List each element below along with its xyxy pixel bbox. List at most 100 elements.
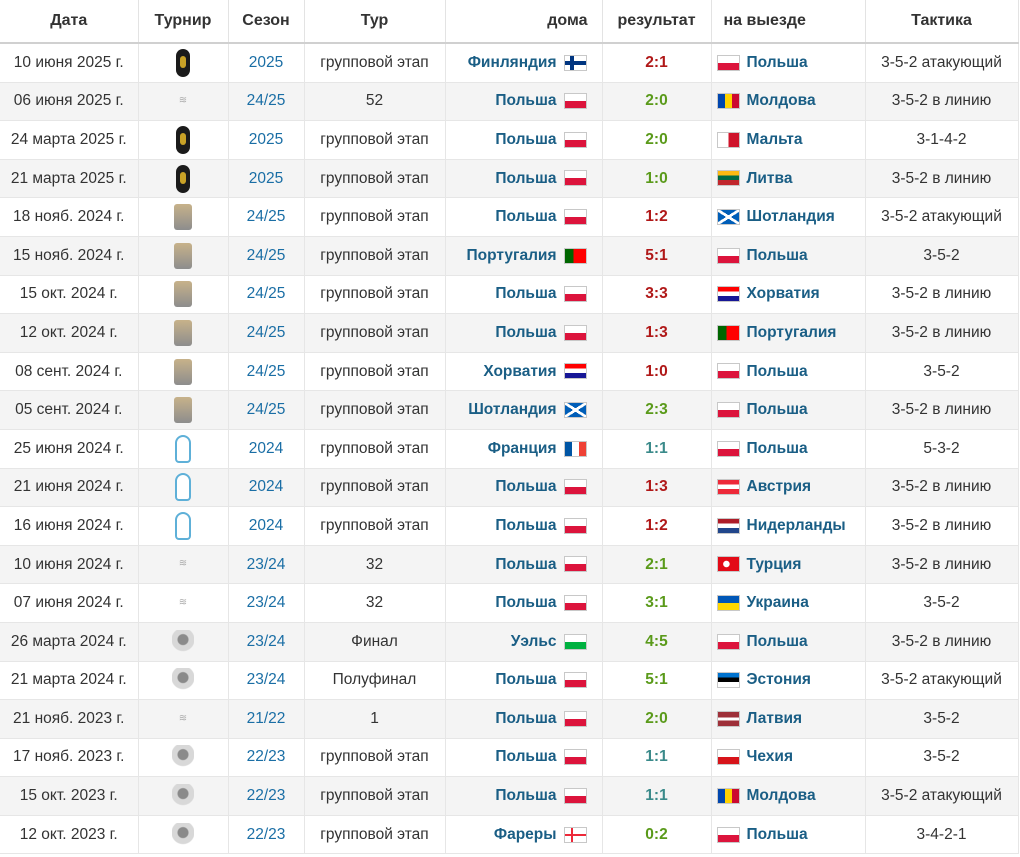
away-team-link[interactable]: Польша [747, 363, 808, 380]
header-tactic[interactable]: Тактика [865, 0, 1019, 44]
home-team-link[interactable]: Португалия [467, 247, 557, 264]
tournament-cell[interactable] [138, 275, 229, 315]
tournament-cell[interactable] [138, 429, 229, 469]
season-link[interactable]: 2025 [249, 54, 283, 71]
season-link[interactable]: 24/25 [247, 247, 286, 264]
tournament-cell[interactable] [138, 506, 229, 546]
season-link[interactable]: 21/22 [247, 710, 286, 727]
friendly-icon[interactable]: ≋ [170, 713, 196, 724]
away-team-link[interactable]: Нидерланды [747, 517, 846, 534]
season-link[interactable]: 2025 [249, 170, 283, 187]
season-link[interactable]: 22/23 [247, 787, 286, 804]
tournament-cell[interactable]: ≋ [138, 545, 229, 585]
home-team-link[interactable]: Польша [495, 208, 556, 225]
match-score-link[interactable]: 2:1 [645, 54, 667, 71]
match-score-link[interactable]: 3:1 [645, 594, 667, 611]
away-team-link[interactable]: Литва [747, 170, 793, 187]
home-team-link[interactable]: Фареры [494, 826, 557, 843]
tournament-cell[interactable] [138, 622, 229, 662]
match-score-link[interactable]: 2:0 [645, 131, 667, 148]
header-result[interactable]: результат [602, 0, 712, 44]
home-team-link[interactable]: Польша [495, 478, 556, 495]
euro-qualifiers-icon[interactable] [172, 784, 194, 809]
world-cup-icon[interactable] [176, 125, 190, 154]
season-link[interactable]: 2025 [249, 131, 283, 148]
away-team-link[interactable]: Молдова [747, 787, 816, 804]
season-link[interactable]: 23/24 [247, 633, 286, 650]
euro-qualifiers-icon[interactable] [172, 629, 194, 654]
away-team-link[interactable]: Латвия [747, 710, 803, 727]
away-team-link[interactable]: Польша [747, 440, 808, 457]
away-team-link[interactable]: Польша [747, 401, 808, 418]
match-score-link[interactable]: 2:0 [645, 92, 667, 109]
home-team-link[interactable]: Польша [495, 748, 556, 765]
tournament-cell[interactable]: ≋ [138, 583, 229, 623]
tournament-cell[interactable] [138, 43, 229, 83]
friendly-icon[interactable]: ≋ [170, 598, 196, 608]
away-team-link[interactable]: Эстония [747, 671, 811, 688]
tournament-cell[interactable] [138, 776, 229, 816]
match-score-link[interactable]: 1:3 [645, 478, 667, 495]
match-score-link[interactable]: 1:1 [645, 440, 667, 457]
header-home[interactable]: дома [445, 0, 603, 44]
home-team-link[interactable]: Польша [495, 131, 556, 148]
euro-qualifiers-icon[interactable] [172, 745, 194, 770]
nations-league-icon[interactable] [174, 319, 192, 346]
season-link[interactable]: 22/23 [247, 748, 286, 765]
away-team-link[interactable]: Молдова [747, 92, 816, 109]
home-team-link[interactable]: Шотландия [468, 401, 556, 418]
home-team-link[interactable]: Польша [495, 285, 556, 302]
tournament-cell[interactable] [138, 236, 229, 276]
match-score-link[interactable]: 2:1 [645, 556, 667, 573]
season-link[interactable]: 22/23 [247, 826, 286, 843]
match-score-link[interactable]: 4:5 [645, 633, 667, 650]
away-team-link[interactable]: Шотландия [747, 208, 835, 225]
home-team-link[interactable]: Польша [495, 556, 556, 573]
match-score-link[interactable]: 5:1 [645, 671, 667, 688]
tournament-cell[interactable] [138, 390, 229, 430]
euro-2024-icon[interactable] [175, 473, 191, 502]
euro-qualifiers-icon[interactable] [172, 668, 194, 693]
tournament-cell[interactable] [138, 815, 229, 855]
season-link[interactable]: 24/25 [247, 363, 286, 380]
friendly-icon[interactable]: ≋ [170, 559, 196, 569]
match-score-link[interactable]: 1:1 [645, 787, 667, 804]
away-team-link[interactable]: Хорватия [747, 285, 820, 302]
season-link[interactable]: 24/25 [247, 324, 286, 341]
friendly-icon[interactable]: ≋ [170, 96, 196, 106]
tournament-cell[interactable]: ≋ [138, 82, 229, 122]
nations-league-icon[interactable] [174, 397, 192, 424]
away-team-link[interactable]: Польша [747, 633, 808, 650]
home-team-link[interactable]: Хорватия [483, 363, 556, 380]
away-team-link[interactable]: Мальта [747, 131, 803, 148]
tournament-cell[interactable] [138, 159, 229, 199]
home-team-link[interactable]: Польша [495, 92, 556, 109]
match-score-link[interactable]: 1:0 [645, 363, 667, 380]
world-cup-icon[interactable] [176, 164, 190, 193]
nations-league-icon[interactable] [174, 281, 192, 308]
away-team-link[interactable]: Португалия [747, 324, 837, 341]
header-round[interactable]: Тур [304, 0, 446, 44]
home-team-link[interactable]: Финляндия [468, 54, 557, 71]
season-link[interactable]: 24/25 [247, 92, 286, 109]
header-season[interactable]: Сезон [228, 0, 305, 44]
season-link[interactable]: 2024 [249, 478, 283, 495]
home-team-link[interactable]: Польша [495, 787, 556, 804]
tournament-cell[interactable] [138, 313, 229, 353]
match-score-link[interactable]: 3:3 [645, 285, 667, 302]
season-link[interactable]: 23/24 [247, 594, 286, 611]
nations-league-icon[interactable] [174, 358, 192, 385]
tournament-cell[interactable] [138, 661, 229, 701]
header-away[interactable]: на выезде [711, 0, 866, 44]
season-link[interactable]: 24/25 [247, 401, 286, 418]
home-team-link[interactable]: Уэльс [511, 633, 557, 650]
home-team-link[interactable]: Польша [495, 517, 556, 534]
match-score-link[interactable]: 1:3 [645, 324, 667, 341]
match-score-link[interactable]: 5:1 [645, 247, 667, 264]
tournament-cell[interactable] [138, 468, 229, 508]
season-link[interactable]: 2024 [249, 440, 283, 457]
season-link[interactable]: 24/25 [247, 208, 286, 225]
tournament-cell[interactable]: ≋ [138, 699, 229, 739]
season-link[interactable]: 23/24 [247, 671, 286, 688]
home-team-link[interactable]: Франция [488, 440, 557, 457]
